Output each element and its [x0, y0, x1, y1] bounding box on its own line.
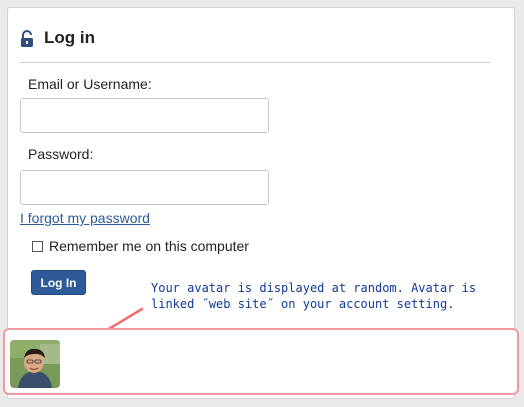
email-field[interactable] [20, 98, 269, 133]
login-header: Log in [20, 28, 490, 63]
password-label: Password: [28, 146, 94, 162]
login-button[interactable]: Log In [31, 270, 86, 295]
page: Log in Email or Username: Password: I fo… [0, 0, 524, 407]
lock-icon [21, 30, 33, 47]
avatar-panel [3, 328, 519, 395]
remember-checkbox[interactable] [32, 240, 43, 252]
remember-me[interactable]: Remember me on this computer [32, 238, 249, 254]
avatar[interactable] [10, 340, 60, 388]
password-field[interactable] [20, 170, 269, 205]
annotation-line-2: linked ˝web site˝ on your account settin… [151, 297, 455, 311]
forgot-password-link[interactable]: I forgot my password [20, 210, 150, 226]
email-label: Email or Username: [28, 76, 152, 92]
annotation-line-1: Your avatar is displayed at random. Avat… [151, 281, 477, 295]
annotation-text: Your avatar is displayed at random. Avat… [151, 280, 511, 312]
page-title: Log in [44, 28, 95, 47]
remember-label: Remember me on this computer [49, 238, 249, 254]
